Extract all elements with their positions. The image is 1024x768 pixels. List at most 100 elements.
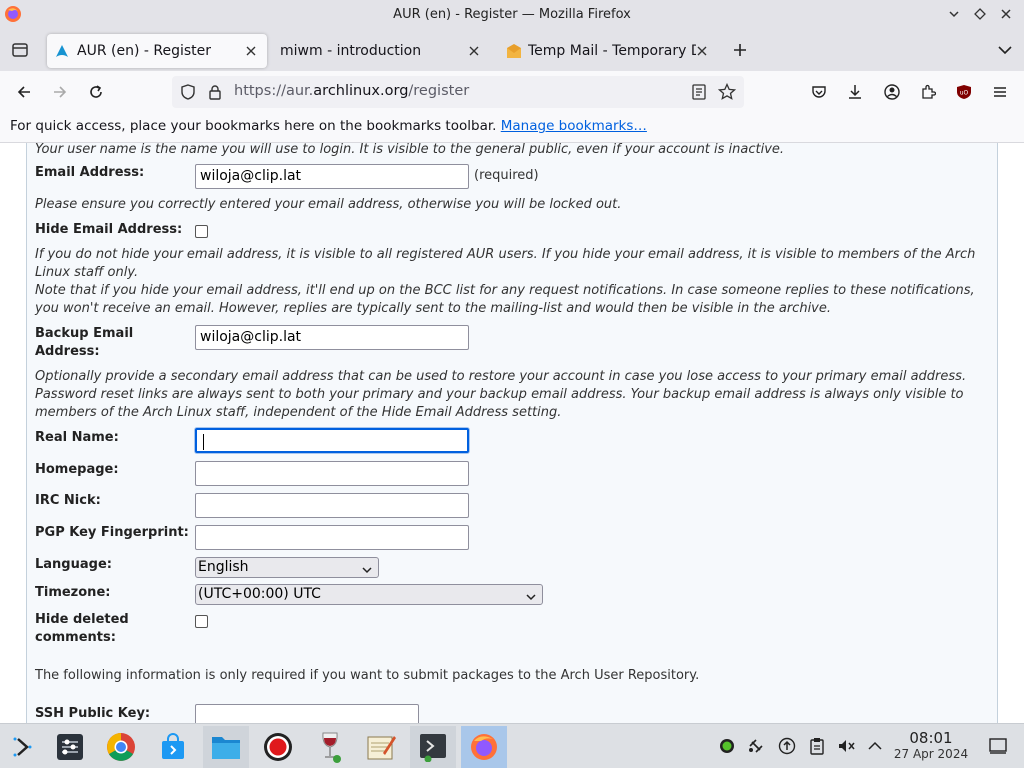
url-bar[interactable]: https://aur.archlinux.org/register xyxy=(172,76,744,108)
tab-strip: AUR (en) - Register miwm - introduction … xyxy=(0,29,1024,71)
backup-email-help-line-3: members of the Arch Linux staff, indepen… xyxy=(35,405,562,420)
downloads-button[interactable] xyxy=(840,77,870,107)
tab-label: Temp Mail - Temporary D xyxy=(528,43,696,59)
hide-email-checkbox[interactable] xyxy=(195,225,208,238)
minimize-icon[interactable] xyxy=(944,4,964,24)
new-tab-button[interactable] xyxy=(726,36,754,64)
close-tab-icon[interactable] xyxy=(243,43,259,59)
bookmarks-toolbar-message: For quick access, place your bookmarks h… xyxy=(10,118,497,134)
homepage-label: Homepage: xyxy=(35,462,119,477)
email-input[interactable]: wiloja@clip.lat xyxy=(195,164,469,189)
firefox-view-icon xyxy=(12,43,28,57)
application-launcher-button[interactable] xyxy=(0,726,46,768)
ublock-origin-icon: uO xyxy=(957,85,971,99)
hide-email-help-line-3: Note that if you hide your email address… xyxy=(35,283,975,298)
chromium-taskbar-button[interactable] xyxy=(98,726,144,768)
reader-view-icon[interactable] xyxy=(690,83,708,101)
wine-taskbar-button[interactable] xyxy=(307,726,353,768)
app-menu-button[interactable] xyxy=(985,77,1015,107)
tab-temp-mail[interactable]: Temp Mail - Temporary D xyxy=(498,34,718,68)
hide-email-help-line-1: If you do not hide your email address, i… xyxy=(35,247,976,262)
tab-miwm[interactable]: miwm - introduction xyxy=(272,34,490,68)
discover-taskbar-button[interactable] xyxy=(150,726,196,768)
lock-icon[interactable] xyxy=(206,83,224,101)
close-tab-icon[interactable] xyxy=(466,43,482,59)
homepage-input[interactable] xyxy=(195,461,469,486)
email-help-text: Please ensure you correctly entered your… xyxy=(35,197,622,212)
wine-glass-icon xyxy=(322,732,341,763)
show-desktop-icon[interactable] xyxy=(987,735,1009,757)
pgp-fingerprint-label: PGP Key Fingerprint: xyxy=(35,525,189,540)
reload-button[interactable] xyxy=(81,77,111,107)
taskbar: 08:01 27 Apr 2024 xyxy=(0,723,1024,768)
folder-icon xyxy=(212,737,240,759)
show-hidden-icons-chevron-icon[interactable] xyxy=(864,735,886,757)
hide-deleted-comments-checkbox[interactable] xyxy=(195,615,208,628)
forward-button[interactable] xyxy=(45,77,75,107)
text-editor-taskbar-button[interactable] xyxy=(358,726,404,768)
close-tab-icon[interactable] xyxy=(694,43,710,59)
timezone-selected-value: (UTC+00:00) UTC xyxy=(198,586,321,602)
window-titlebar: AUR (en) - Register — Mozilla Firefox xyxy=(0,0,1024,29)
language-label: Language: xyxy=(35,557,112,572)
firefox-view-button[interactable] xyxy=(4,35,36,65)
tab-aur-register[interactable]: AUR (en) - Register xyxy=(47,34,267,68)
updates-icon[interactable] xyxy=(776,735,798,757)
file-manager-taskbar-button[interactable] xyxy=(203,726,249,768)
account-button[interactable] xyxy=(877,77,907,107)
tab-label: AUR (en) - Register xyxy=(77,43,212,59)
hide-email-label: Hide Email Address: xyxy=(35,222,183,237)
pocket-icon xyxy=(812,86,826,98)
tracking-protection-shield-icon[interactable] xyxy=(179,83,197,101)
clock-date: 27 Apr 2024 xyxy=(893,747,969,761)
real-name-input[interactable] xyxy=(195,428,469,453)
kde-connect-icon[interactable] xyxy=(745,735,767,757)
navigation-toolbar: https://aur.archlinux.org/register uO xyxy=(0,71,1024,113)
ublock-origin-button[interactable]: uO xyxy=(949,77,979,107)
email-label: Email Address: xyxy=(35,165,145,180)
puzzle-icon xyxy=(922,84,936,99)
manage-bookmarks-link[interactable]: Manage bookmarks… xyxy=(501,118,647,134)
backup-email-help-line-2: Password reset links are always sent to … xyxy=(35,387,964,402)
irc-nick-input[interactable] xyxy=(195,493,469,518)
back-button[interactable] xyxy=(9,77,39,107)
temp-mail-icon xyxy=(506,43,522,59)
svg-text:uO: uO xyxy=(960,90,969,97)
chevron-down-icon xyxy=(998,46,1012,55)
packager-info-text: The following information is only requir… xyxy=(35,668,700,683)
clipboard-icon[interactable] xyxy=(806,735,828,757)
timezone-select[interactable]: (UTC+00:00) UTC xyxy=(195,584,543,605)
ssh-public-key-textarea[interactable] xyxy=(195,704,419,723)
url-text[interactable]: https://aur.archlinux.org/register xyxy=(234,83,469,99)
settings-sliders-icon xyxy=(57,734,83,760)
digital-clock[interactable]: 08:01 27 Apr 2024 xyxy=(884,730,978,762)
volume-muted-icon[interactable] xyxy=(835,735,857,757)
extensions-button[interactable] xyxy=(913,77,943,107)
launcher-icon xyxy=(13,737,32,757)
hide-deleted-label-line-1: Hide deleted xyxy=(35,612,129,627)
firefox-taskbar-button[interactable] xyxy=(461,726,507,768)
hide-deleted-label-line-2: comments: xyxy=(35,630,116,645)
text-caret xyxy=(203,434,204,450)
notepad-icon xyxy=(367,736,396,760)
system-settings-taskbar-button[interactable] xyxy=(47,726,93,768)
close-window-icon[interactable] xyxy=(996,4,1016,24)
pgp-fingerprint-input[interactable] xyxy=(195,525,469,550)
list-all-tabs-button[interactable] xyxy=(992,36,1018,64)
forward-arrow-icon xyxy=(54,86,67,98)
email-required-note: (required) xyxy=(474,168,539,183)
pocket-button[interactable] xyxy=(804,77,834,107)
backup-email-input[interactable]: wiloja@clip.lat xyxy=(195,325,469,350)
maximize-icon[interactable] xyxy=(970,4,990,24)
status-indicator-icon[interactable] xyxy=(716,735,738,757)
back-arrow-icon xyxy=(17,86,30,98)
backup-email-label-line-1: Backup Email xyxy=(35,326,134,341)
screen-recorder-taskbar-button[interactable] xyxy=(255,726,301,768)
chrome-icon xyxy=(107,733,135,761)
bookmark-star-icon[interactable] xyxy=(718,83,736,101)
username-help-text: Your user name is the name you will use … xyxy=(35,143,785,157)
window-title: AUR (en) - Register — Mozilla Firefox xyxy=(393,7,631,22)
language-select[interactable]: English xyxy=(195,557,379,578)
terminal-taskbar-button[interactable] xyxy=(410,726,456,768)
url-prefix: https://aur. xyxy=(234,83,314,99)
